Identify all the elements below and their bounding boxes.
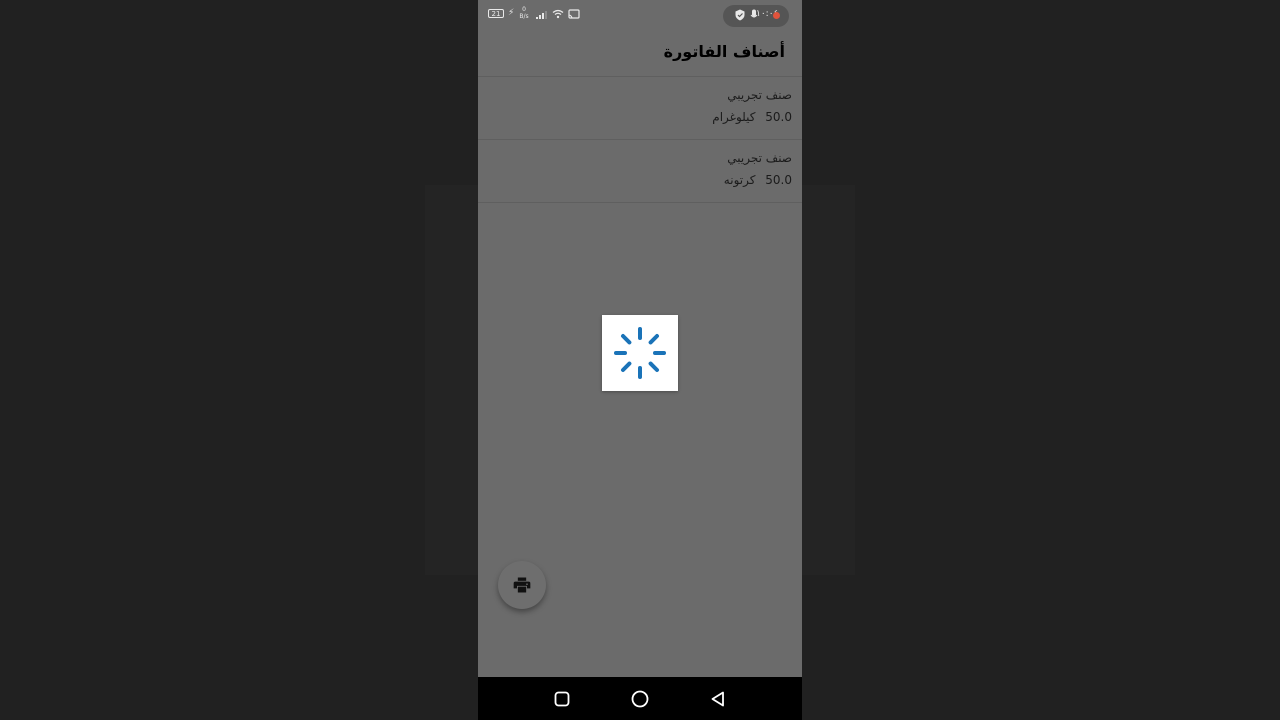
recents-icon[interactable] xyxy=(552,689,572,709)
signal-icon xyxy=(536,11,547,19)
item-detail: 50.0 كرتونه xyxy=(724,173,792,187)
list-item[interactable]: صنف تجريبي 50.0 كرتونه xyxy=(478,140,802,203)
system-nav-bar xyxy=(478,677,802,720)
print-button[interactable] xyxy=(498,561,546,609)
battery-level: 21 xyxy=(491,10,501,18)
screen-background: 21 ⚡ 0 B/s ١٠:٠٤ أصناف الفاتورة صنف تجري… xyxy=(0,0,1280,720)
phone-screen: 21 ⚡ 0 B/s ١٠:٠٤ أصناف الفاتورة صنف تجري… xyxy=(478,0,802,720)
status-bar: 21 ⚡ 0 B/s ١٠:٠٤ xyxy=(478,0,802,30)
shield-icon xyxy=(735,9,745,21)
item-detail: 50.0 كيلوغرام xyxy=(712,110,792,124)
item-quantity: 50.0 xyxy=(765,110,792,124)
home-icon[interactable] xyxy=(630,689,650,709)
invoice-items-list: صنف تجريبي 50.0 كيلوغرام صنف تجريبي 50.0… xyxy=(478,77,802,203)
network-speed: 0 B/s xyxy=(517,6,531,20)
spinner-icon xyxy=(614,327,666,379)
item-quantity: 50.0 xyxy=(765,173,792,187)
item-name: صنف تجريبي xyxy=(727,88,792,102)
battery-icon: 21 xyxy=(488,9,504,18)
network-speed-value: 0 xyxy=(522,6,526,13)
loading-dialog xyxy=(602,315,678,391)
item-unit: كرتونه xyxy=(723,173,756,187)
print-icon xyxy=(513,577,531,593)
list-item[interactable]: صنف تجريبي 50.0 كيلوغرام xyxy=(478,77,802,140)
item-unit: كيلوغرام xyxy=(712,110,756,124)
item-name: صنف تجريبي xyxy=(727,151,792,165)
cast-icon xyxy=(568,9,580,19)
recording-dot-icon xyxy=(773,12,780,19)
charging-icon: ⚡ xyxy=(508,8,515,18)
back-icon[interactable] xyxy=(708,689,728,709)
wifi-icon xyxy=(552,9,564,19)
app-bar: أصناف الفاتورة xyxy=(478,30,802,77)
status-pill[interactable]: ١٠:٠٤ xyxy=(723,5,789,27)
page-title: أصناف الفاتورة xyxy=(663,42,785,61)
network-speed-unit: B/s xyxy=(519,13,529,20)
